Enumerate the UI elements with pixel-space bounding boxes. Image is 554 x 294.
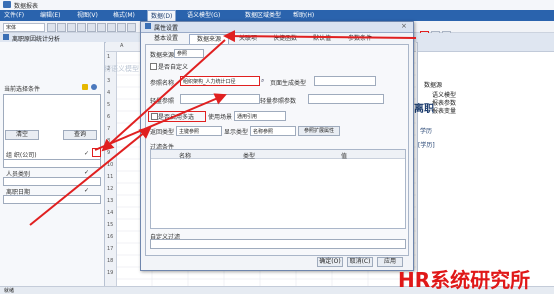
arrow-to-multi-select: [29, 126, 152, 226]
arrow-to-org-dropdown: [101, 39, 226, 152]
arrow-to-ref-name: [94, 93, 227, 151]
annotation-arrows: [29, 30, 417, 226]
watermark-text: HR系统研究所: [398, 268, 531, 292]
arrow-to-data-source-tab: [223, 30, 417, 43]
